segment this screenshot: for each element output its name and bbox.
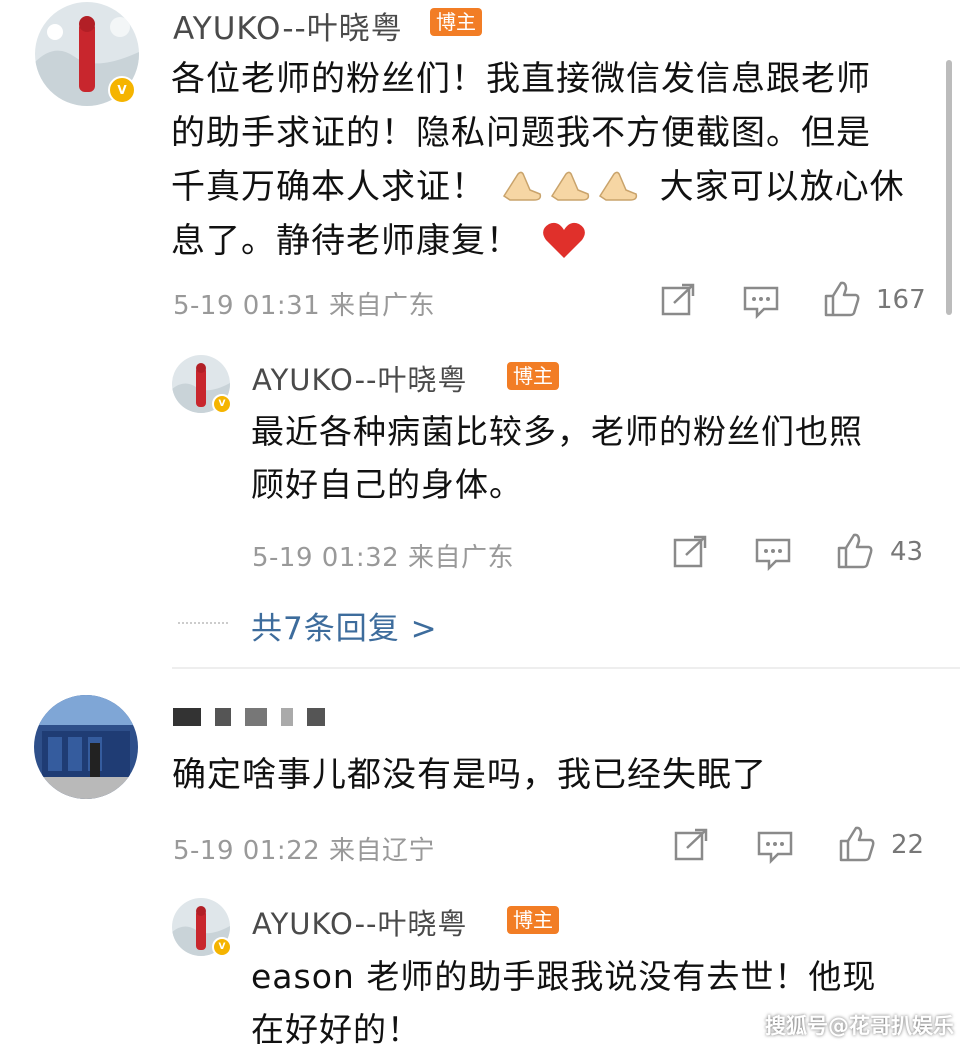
share-icon[interactable] [660,283,696,321]
divider [172,667,960,669]
like-icon[interactable] [823,280,861,322]
watermark: 搜狐号@花哥扒娱乐 [765,1014,954,1038]
like-icon[interactable] [836,532,874,574]
reply-username[interactable]: AYUKO--叶晓粤 [252,357,468,399]
author-tag: 博主 [507,906,559,934]
comment-icon[interactable] [742,285,780,323]
comment-meta: 5-19 01:31 来自广东 [173,291,435,321]
avatar[interactable] [34,695,138,799]
thread-dots [178,622,228,624]
like-count: 22 [891,830,925,860]
comment-meta: 5-19 01:22 来自辽宁 [173,836,435,866]
comment-text: 确定啥事儿都没有是吗，我已经失眠了 [172,755,767,795]
reply-text: 最近各种病菌比较多，老师的粉丝们也照 顾好自己的身体。 [251,412,863,504]
like-count: 167 [876,285,926,315]
scrollbar[interactable] [946,60,952,315]
comment-icon[interactable] [754,537,792,575]
comment-username[interactable]: AYUKO--叶晓粤 [173,3,403,48]
blurred-username [173,708,339,730]
comment-text: 各位老师的粉丝们！我直接微信发信息跟老师 的助手求证的！隐私问题我不方便截图。但… [171,59,905,261]
comment-icon[interactable] [756,830,794,868]
like-icon[interactable] [838,825,876,867]
verified-badge-icon: V [212,394,232,414]
author-tag: 博主 [430,8,482,36]
share-icon[interactable] [672,535,708,573]
heart-emoji-icon [533,221,587,261]
reply-meta: 5-19 01:32 来自广东 [252,543,514,573]
pray-emoji-icon [498,167,654,207]
more-replies-link[interactable]: 共7条回复 > [251,603,438,648]
like-count: 43 [890,537,924,567]
reply-username[interactable]: AYUKO--叶晓粤 [252,901,468,943]
author-tag: 博主 [507,362,559,390]
reply-text: eason 老师的助手跟我说没有去世！他现 在好好的！ [251,957,877,1049]
share-icon[interactable] [673,828,709,866]
verified-badge-icon: V [212,937,232,957]
verified-badge-icon: V [108,76,136,104]
